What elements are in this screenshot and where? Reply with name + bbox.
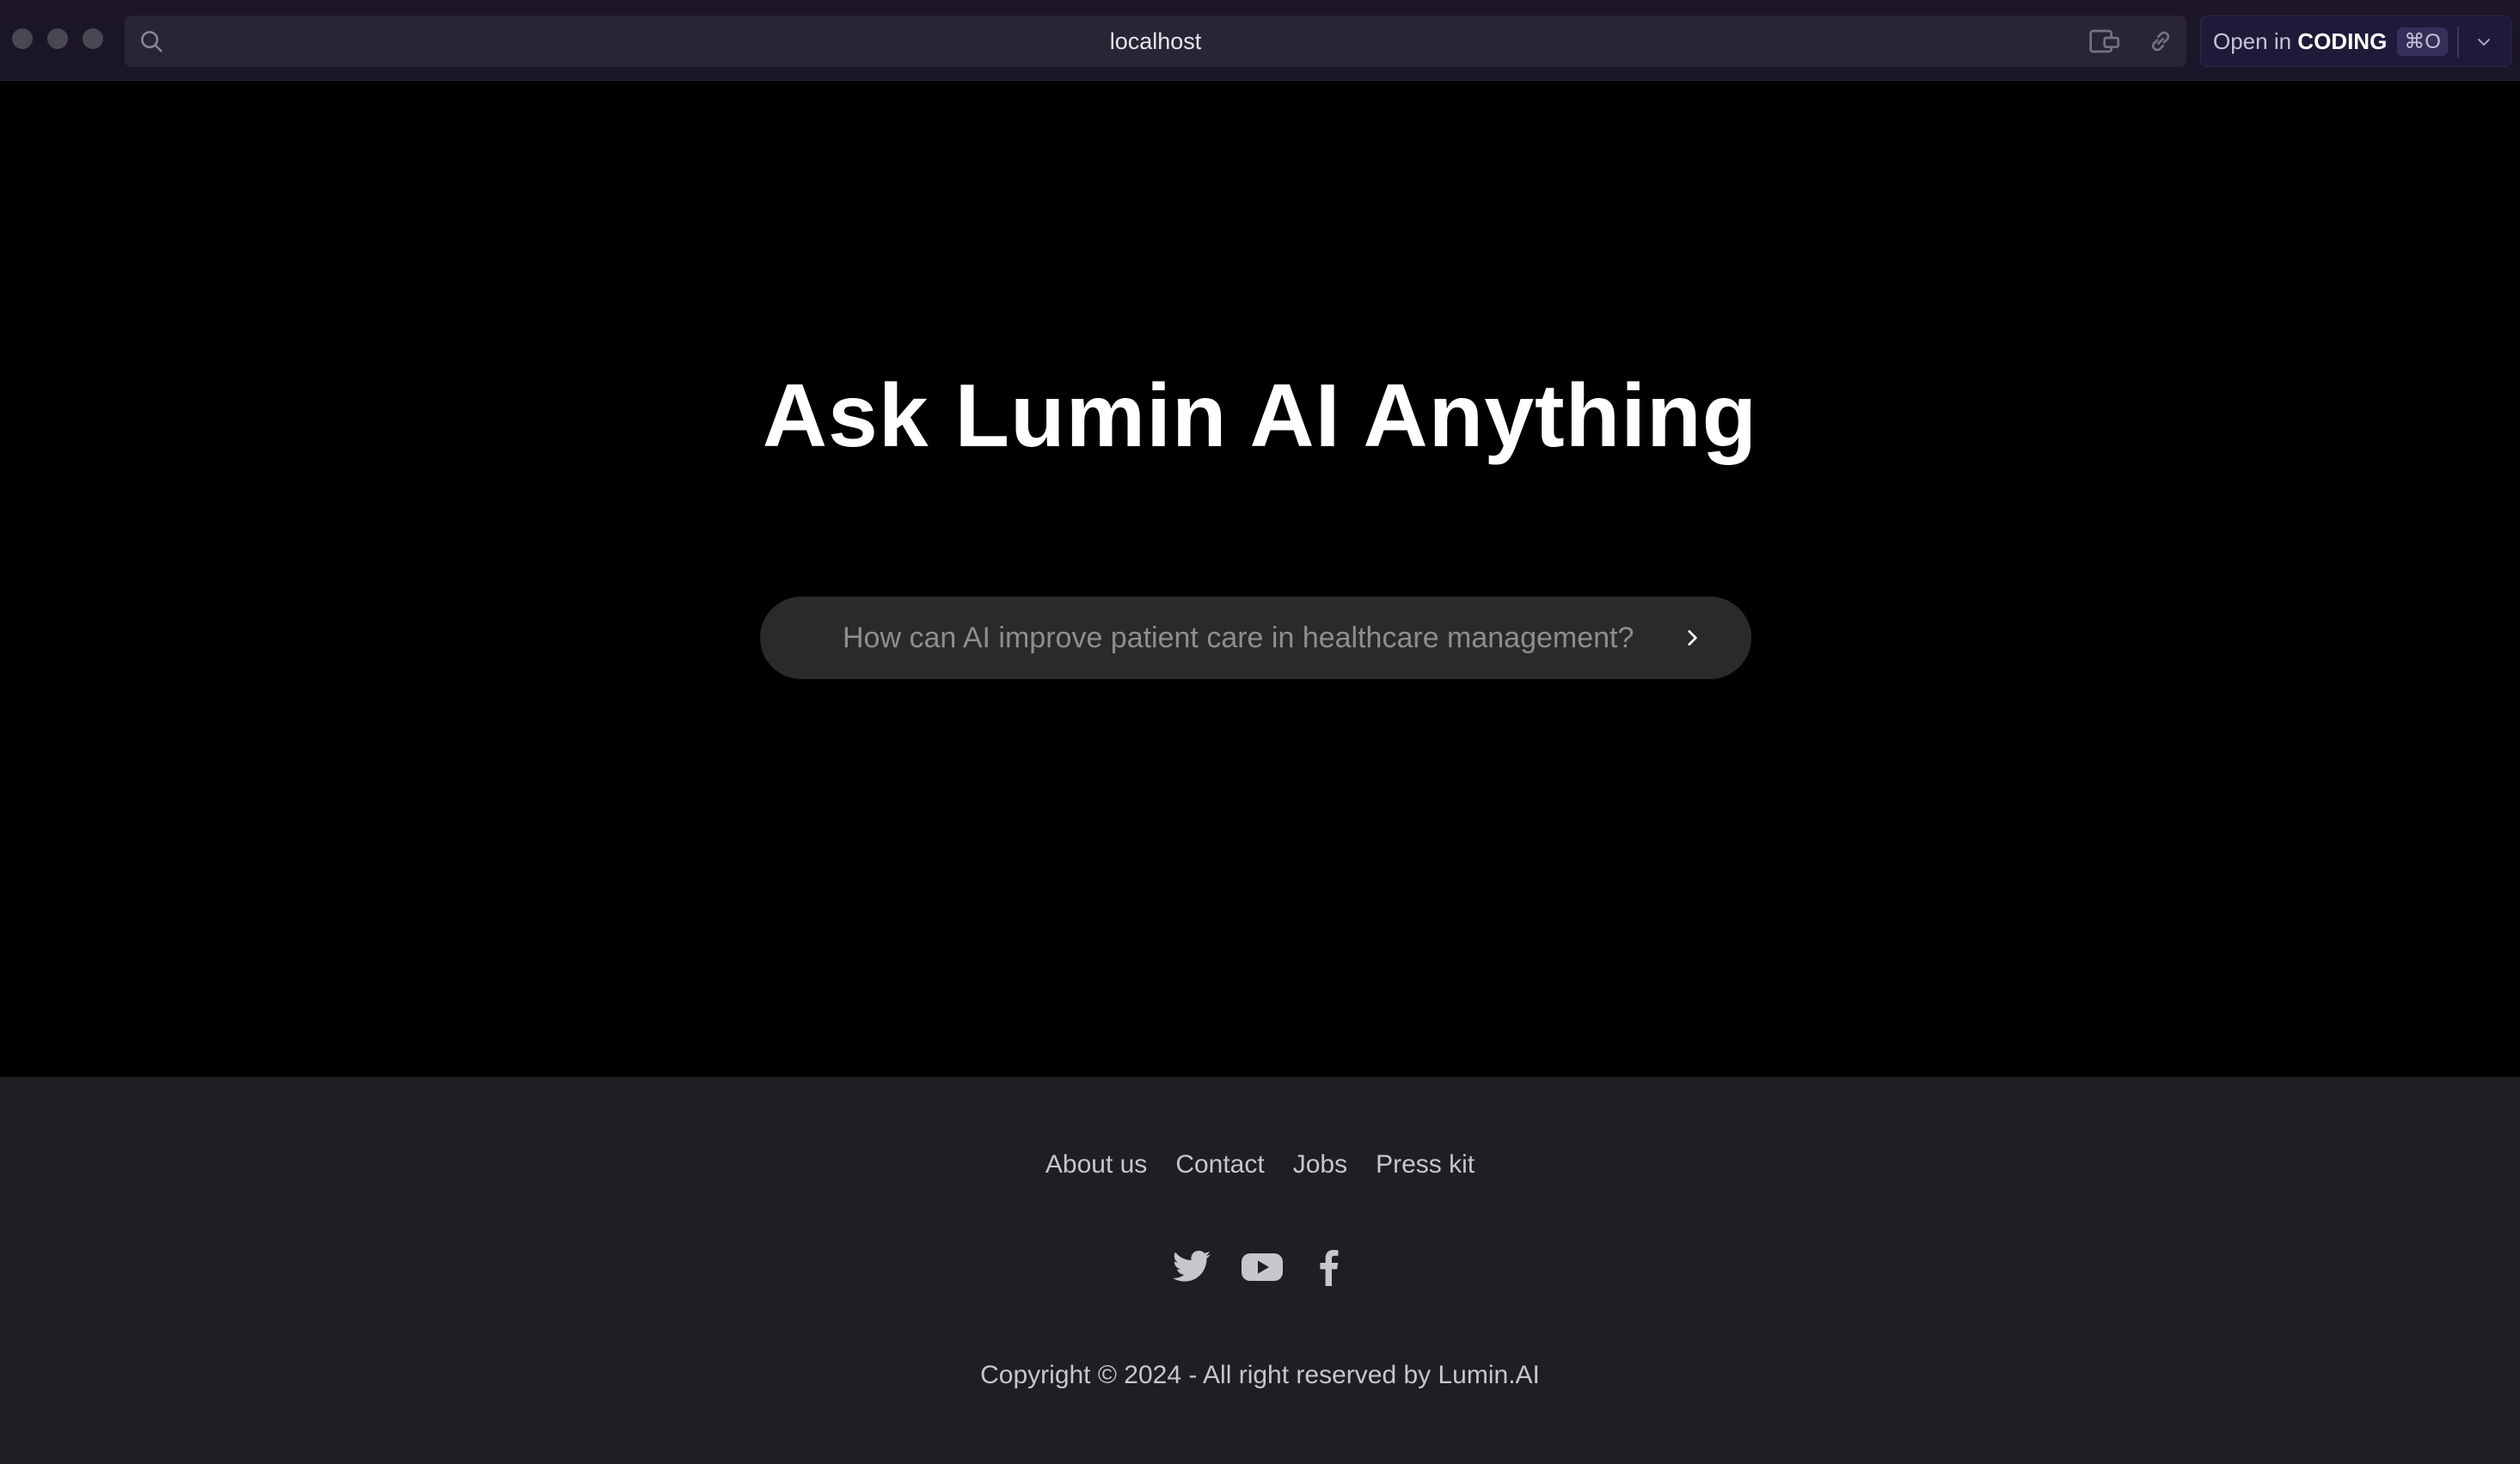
footer-link-press-kit[interactable]: Press kit <box>1376 1150 1475 1179</box>
footer-nav: About us Contact Jobs Press kit <box>0 1150 2520 1179</box>
browser-toolbar: localhost Open in CODING ⌘O <box>0 0 2520 81</box>
footer-link-contact[interactable]: Contact <box>1175 1150 1264 1179</box>
device-preview-icon[interactable] <box>2088 28 2123 55</box>
youtube-icon[interactable] <box>1240 1247 1283 1288</box>
footer-link-about[interactable]: About us <box>1045 1150 1147 1179</box>
window-controls <box>12 28 103 49</box>
minimize-window-button[interactable] <box>47 28 68 49</box>
chevron-down-icon[interactable] <box>2473 32 2495 52</box>
open-in-app-button[interactable]: Open in CODING ⌘O <box>2200 15 2511 67</box>
facebook-icon[interactable] <box>1309 1247 1350 1288</box>
divider <box>2457 27 2459 58</box>
footer-link-jobs[interactable]: Jobs <box>1293 1150 1347 1179</box>
maximize-window-button[interactable] <box>83 28 103 49</box>
address-bar[interactable]: localhost <box>125 15 2186 67</box>
copyright-text: Copyright © 2024 - All right reserved by… <box>980 1361 1540 1389</box>
footer: About us Contact Jobs Press kit Copyrigh… <box>0 1077 2520 1464</box>
shortcut-badge: ⌘O <box>2397 27 2448 56</box>
social-links <box>0 1247 2520 1288</box>
link-icon[interactable] <box>2143 28 2178 55</box>
page-title: Ask Lumin AI Anything <box>762 366 1758 466</box>
close-window-button[interactable] <box>12 28 33 49</box>
chevron-right-icon <box>1688 630 1697 646</box>
open-in-label: Open in CODING <box>2213 28 2388 54</box>
submit-button[interactable] <box>1671 617 1713 658</box>
app-name: CODING <box>2297 28 2388 54</box>
hero-section: Ask Lumin AI Anything <box>0 82 2520 1077</box>
browser-window: localhost Open in CODING ⌘O Ask Lumin AI… <box>0 0 2520 1464</box>
ask-search-box <box>760 597 1751 679</box>
twitter-icon[interactable] <box>1171 1247 1212 1288</box>
url-text: localhost <box>1109 28 1202 54</box>
search-input[interactable] <box>843 597 1668 679</box>
